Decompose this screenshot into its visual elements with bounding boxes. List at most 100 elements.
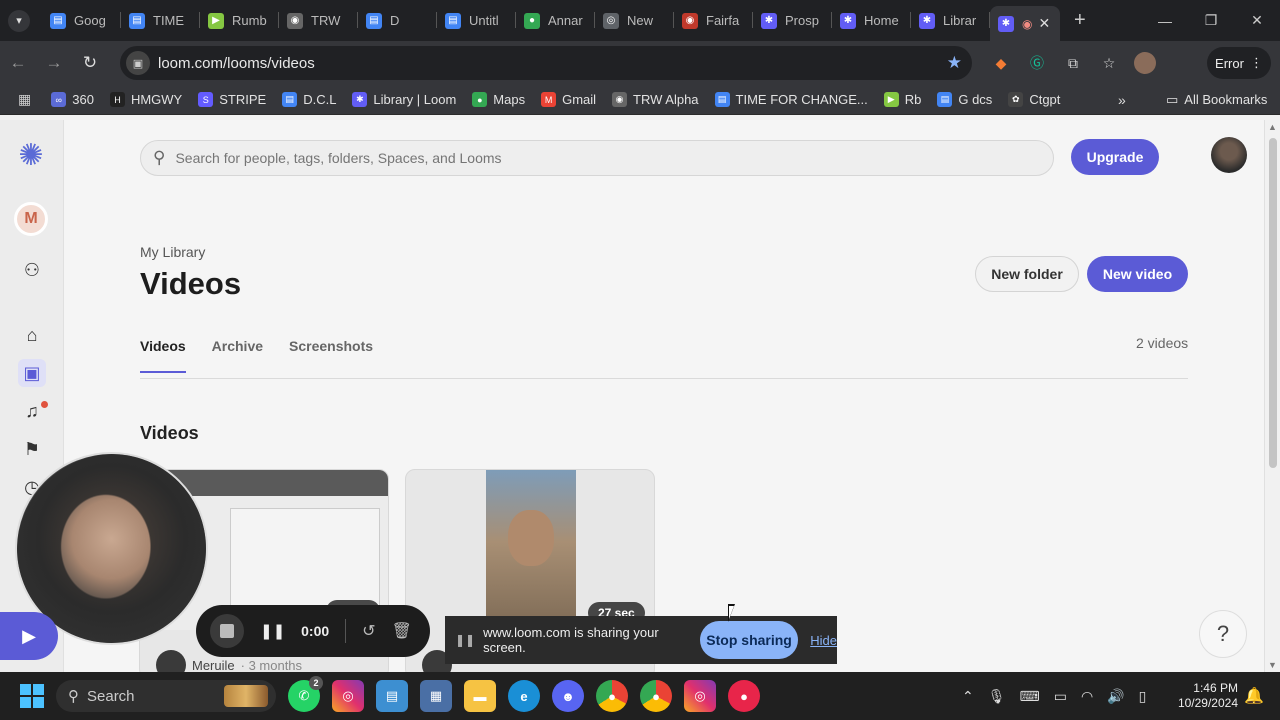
tab-5[interactable]: ▤ Untitl	[437, 0, 516, 41]
home-icon[interactable]: ⌂	[18, 321, 46, 349]
page-scrollbar[interactable]: ▲ ▼	[1264, 120, 1280, 672]
drag-handle-icon[interactable]: ❚❚	[455, 633, 475, 647]
user-avatar[interactable]	[1211, 137, 1247, 173]
google-docs-icon: ▤	[50, 12, 66, 29]
hide-link[interactable]: Hide	[810, 633, 837, 648]
new-video-button[interactable]: New video	[1087, 256, 1188, 292]
scrollbar-thumb[interactable]	[1269, 138, 1277, 468]
close-window-icon[interactable]: ✕	[1234, 0, 1280, 41]
workspace-avatar[interactable]: M	[14, 202, 48, 236]
profile-avatar-icon[interactable]	[1134, 52, 1156, 74]
restart-icon[interactable]: ↺	[362, 621, 375, 641]
loom-recorder-icon[interactable]: ●	[728, 680, 760, 712]
bookmark-loom-library[interactable]: ✱ Library | Loom	[352, 92, 456, 107]
windows-start-icon[interactable]	[20, 684, 44, 708]
taskbar-search[interactable]: ⚲ Search	[56, 680, 276, 712]
scroll-up-icon[interactable]: ▲	[1268, 122, 1277, 132]
tab-3[interactable]: ◉ TRW	[279, 0, 358, 41]
bookmark-360[interactable]: ∞ 360	[51, 92, 94, 107]
bookmark-g-dcs[interactable]: ▤ G dcs	[937, 92, 992, 107]
apps-grid-icon[interactable]: ▦	[18, 91, 31, 108]
notepad-icon[interactable]: ▤	[376, 680, 408, 712]
instagram-app-icon[interactable]: ◎	[684, 680, 716, 712]
close-tab-icon[interactable]: ✕	[1038, 15, 1050, 32]
tab-7[interactable]: ◎ New	[595, 0, 674, 41]
reload-icon[interactable]: ↻	[72, 45, 108, 81]
calculator-icon[interactable]: ▦	[420, 680, 452, 712]
show-hidden-icons-icon[interactable]: ⌃	[962, 688, 974, 705]
tab-videos[interactable]: Videos	[140, 338, 186, 373]
back-icon[interactable]: ←	[0, 45, 36, 81]
tab-archive[interactable]: Archive	[212, 338, 263, 373]
bookmark-maps[interactable]: ● Maps	[472, 92, 525, 107]
chrome-icon[interactable]: ●	[596, 680, 628, 712]
bookmark-rb[interactable]: ▶ Rb	[883, 92, 921, 107]
tab-screenshots[interactable]: Screenshots	[289, 338, 373, 373]
people-icon[interactable]: ⚇	[18, 256, 46, 284]
new-tab-icon[interactable]: +	[1074, 9, 1086, 32]
bookmark-dcl[interactable]: ▤ D.C.L	[282, 92, 336, 107]
loom-logo-icon[interactable]: ✺	[14, 138, 48, 172]
microphone-icon[interactable]: 🎙	[988, 688, 1006, 705]
all-bookmarks[interactable]: ▭ All Bookmarks	[1166, 92, 1267, 108]
tab-11[interactable]: ✱ Librar	[911, 0, 990, 41]
recorder-toggle-button[interactable]: ▶	[0, 612, 58, 660]
tab-1[interactable]: ▤ TIME	[121, 0, 200, 41]
instagram-icon[interactable]: ◎	[332, 680, 364, 712]
new-folder-button[interactable]: New folder	[975, 256, 1079, 292]
tab-8[interactable]: ◉ Fairfa	[674, 0, 753, 41]
bookmark-icon[interactable]: ⚑	[18, 435, 46, 463]
tab-9[interactable]: ✱ Prosp	[753, 0, 832, 41]
tabs: ▤ Goog ▤ TIME ▶ Rumb ◉ TRW ▤ D ▤ Untitl ● Annar…	[42, 0, 1060, 41]
search-input[interactable]	[175, 150, 1036, 166]
address-bar[interactable]: ▣ loom.com/looms/videos ★	[120, 46, 972, 80]
file-explorer-icon[interactable]: ▬	[464, 680, 496, 712]
error-button[interactable]: Error ⋮	[1207, 47, 1271, 79]
grammarly-icon[interactable]: Ⓖ	[1026, 52, 1048, 74]
scroll-down-icon[interactable]: ▼	[1268, 660, 1277, 670]
more-bookmarks-icon[interactable]: »	[1118, 92, 1126, 108]
bookmark-time-for-change[interactable]: ▤ TIME FOR CHANGE...	[714, 92, 868, 107]
help-button[interactable]: ?	[1199, 610, 1247, 658]
volume-icon[interactable]: 🔊	[1107, 688, 1124, 705]
puzzle-extensions-icon[interactable]: ⧉	[1062, 52, 1084, 74]
stop-sharing-button[interactable]: Stop sharing	[699, 621, 799, 659]
keyboard-icon[interactable]: ⌨	[1020, 688, 1040, 705]
wifi-icon[interactable]: ◠	[1081, 688, 1093, 705]
restore-icon[interactable]: ❐	[1188, 0, 1234, 41]
tab-search-dropdown[interactable]: ▾	[8, 9, 30, 32]
display-icon[interactable]: ▭	[1054, 688, 1067, 705]
library-icon[interactable]: ▣	[18, 359, 46, 387]
stop-recording-button[interactable]	[210, 614, 244, 648]
site-info-icon[interactable]: ▣	[126, 51, 150, 75]
whatsapp-icon[interactable]: ✆ 2	[288, 676, 323, 712]
video-thumbnail[interactable]	[486, 470, 576, 630]
pause-icon[interactable]: ❚❚	[260, 622, 285, 640]
tab-0[interactable]: ▤ Goog	[42, 0, 121, 41]
tab-active-recording[interactable]: ✱ ◉ ✕	[990, 6, 1060, 41]
battery-icon[interactable]: ▯	[1139, 688, 1147, 705]
trash-icon[interactable]: 🗑	[392, 621, 412, 641]
loom-extension-icon[interactable]: ◆	[990, 52, 1012, 74]
forward-icon[interactable]: →	[36, 45, 72, 81]
chrome-profile-icon[interactable]: ●	[640, 680, 672, 712]
tab-6[interactable]: ● Annar	[516, 0, 595, 41]
search-bar[interactable]: ⚲	[140, 140, 1054, 176]
bookmarks-panel-icon[interactable]: ☆	[1098, 52, 1120, 74]
discord-icon[interactable]: ☻	[552, 680, 584, 712]
edge-icon[interactable]: e	[508, 680, 540, 712]
taskbar-clock[interactable]: 1:46 PM 10/29/2024	[1172, 681, 1238, 711]
tab-2[interactable]: ▶ Rumb	[200, 0, 279, 41]
tab-10[interactable]: ✱ Home	[832, 0, 911, 41]
tab-4[interactable]: ▤ D	[358, 0, 437, 41]
upgrade-button[interactable]: Upgrade	[1071, 139, 1159, 175]
bookmark-trw-alpha[interactable]: ◉ TRW Alpha	[612, 92, 699, 107]
bookmark-star-icon[interactable]: ★	[947, 53, 962, 73]
bookmark-stripe[interactable]: S STRIPE	[198, 92, 266, 107]
minimize-icon[interactable]: —	[1142, 0, 1188, 41]
notification-bell-icon[interactable]: 🔔	[1244, 686, 1264, 706]
bookmark-gmail[interactable]: M Gmail	[541, 92, 596, 107]
breadcrumb[interactable]: My Library	[140, 244, 205, 260]
bookmark-hmgwy[interactable]: H HMGWY	[109, 92, 182, 107]
bookmark-ctgpt[interactable]: ✿ Ctgpt	[1008, 92, 1060, 107]
